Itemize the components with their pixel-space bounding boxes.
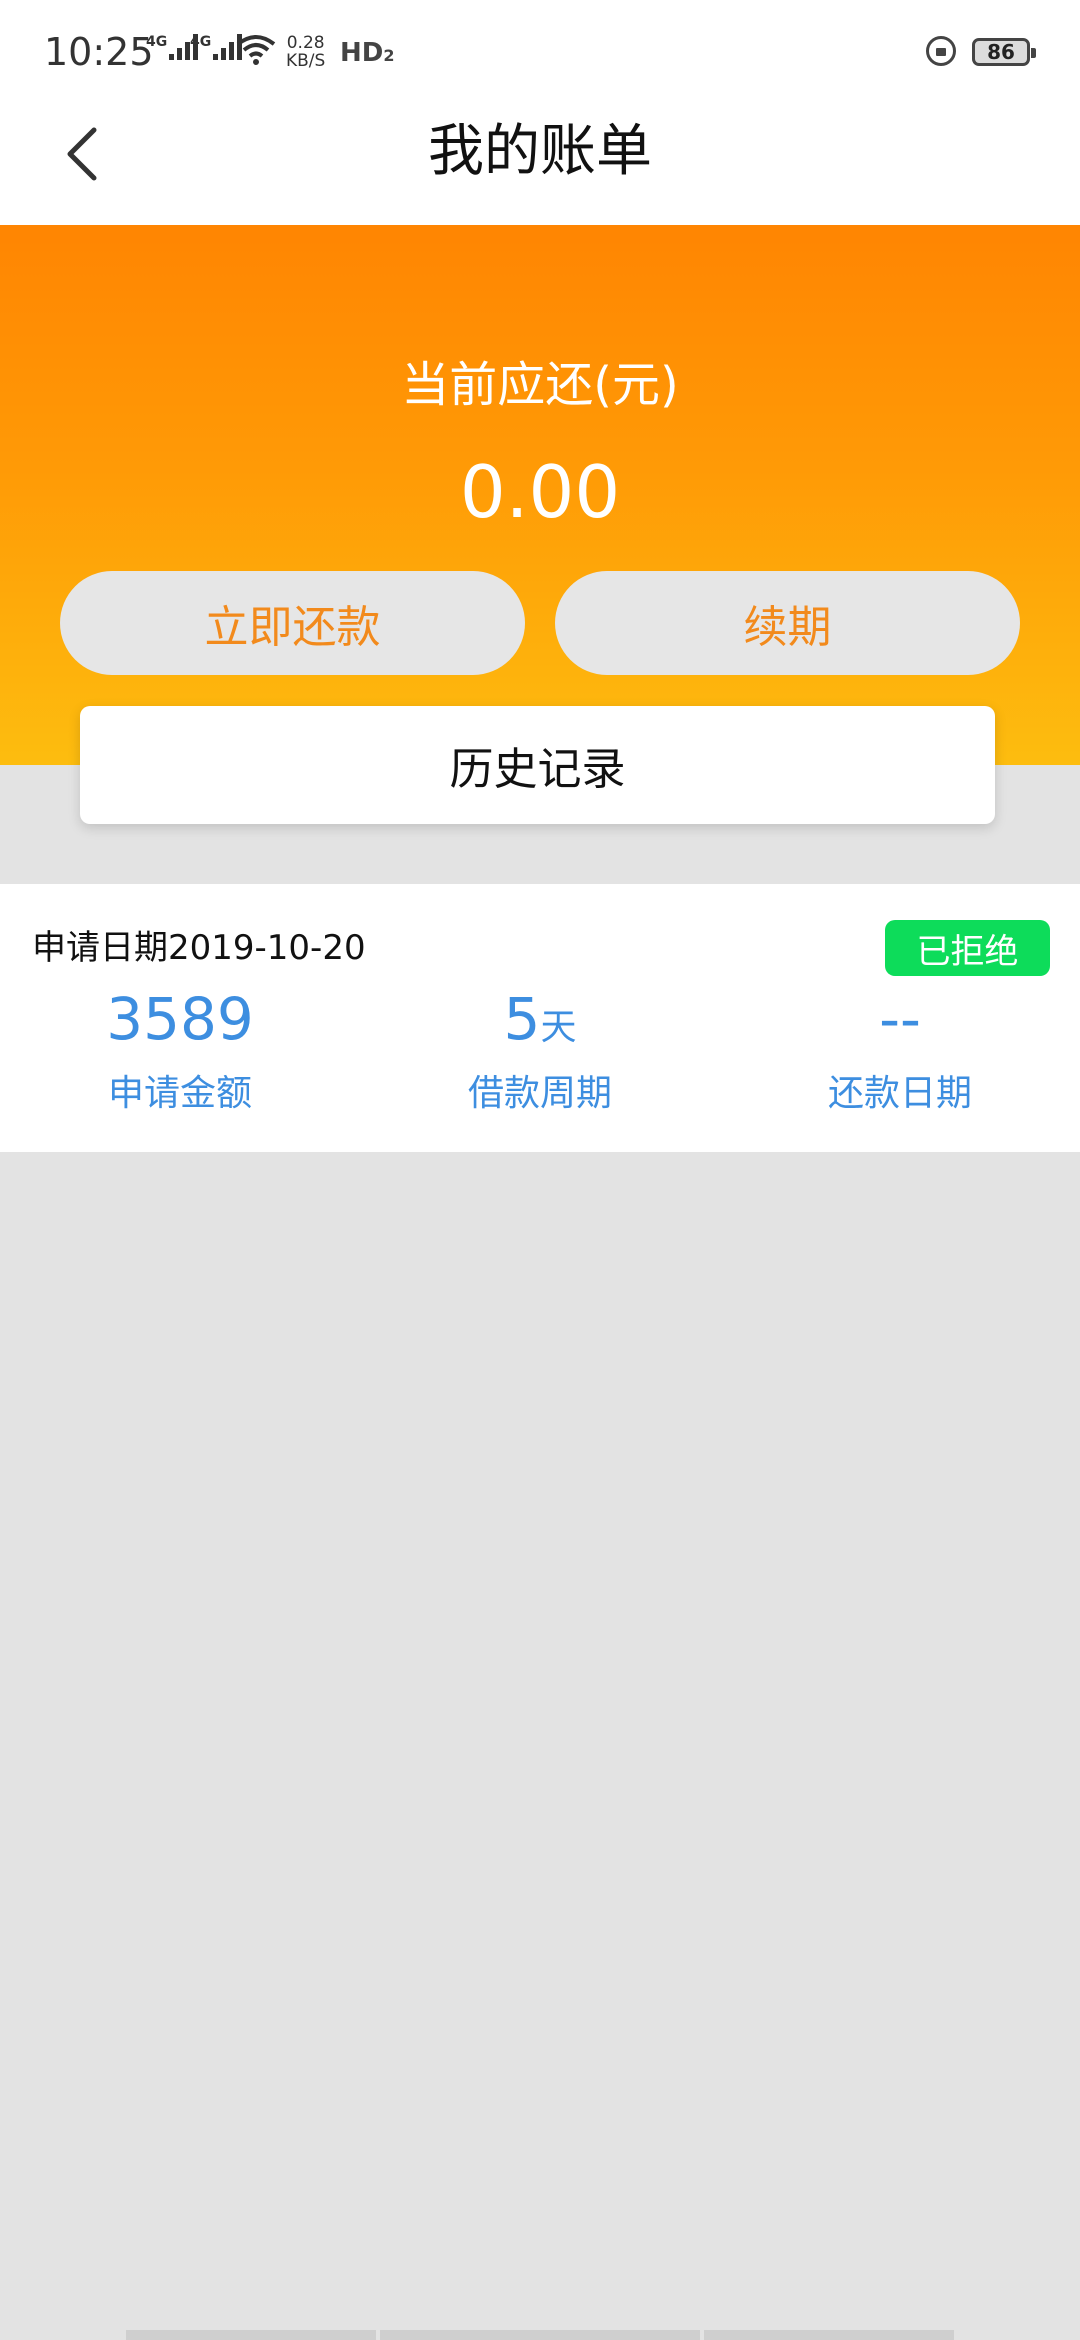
hd-sub: 2 bbox=[383, 46, 395, 65]
speed-unit: KB/S bbox=[286, 51, 326, 71]
nav-bar: 我的账单 bbox=[0, 100, 1080, 225]
rotation-lock-icon bbox=[926, 36, 956, 66]
repay-date-value: -- bbox=[879, 985, 921, 1053]
nav-gesture-bar bbox=[704, 2330, 954, 2340]
repay-date-column: -- 还款日期 bbox=[720, 984, 1080, 1116]
network-speed: 0.28 KB/S bbox=[286, 34, 325, 70]
loan-amount-label: 申请金额 bbox=[107, 1073, 252, 1114]
status-badge: 已拒绝 bbox=[885, 920, 1050, 976]
page-title: 我的账单 bbox=[428, 119, 652, 184]
history-button[interactable]: 历史记录 bbox=[80, 706, 995, 824]
application-date-label: 申请日期 bbox=[32, 928, 168, 968]
repayment-summary: 当前应还(元) 0.00 立即还款 续期 bbox=[0, 225, 1080, 765]
application-date: 申请日期2019-10-20 bbox=[32, 920, 366, 969]
loan-amount-column: 3589 申请金额 bbox=[0, 984, 360, 1116]
network-type-label: 4G bbox=[190, 34, 212, 50]
loan-period-label: 借款周期 bbox=[467, 1073, 612, 1114]
loan-amount-value: 3589 bbox=[106, 985, 254, 1053]
speed-value: 0.28 bbox=[286, 33, 325, 53]
renew-button[interactable]: 续期 bbox=[555, 571, 1020, 675]
hd-voice-icon: HD2 bbox=[340, 38, 394, 68]
battery-icon: 86 bbox=[972, 38, 1036, 66]
status-bar: 10:25 4G 4G 0.28 KB/S HD2 86 bbox=[0, 0, 1080, 100]
loan-period-value: 5 bbox=[503, 985, 541, 1053]
status-time: 10:25 bbox=[44, 30, 154, 74]
repay-date-label: 还款日期 bbox=[827, 1073, 972, 1114]
amount-due-label: 当前应还(元) bbox=[401, 357, 679, 413]
repay-now-button[interactable]: 立即还款 bbox=[60, 571, 525, 675]
loan-period-unit: 天 bbox=[540, 1007, 577, 1048]
bill-card[interactable]: 申请日期2019-10-20 已拒绝 3589 申请金额 5天 借款周期 -- … bbox=[0, 884, 1080, 1152]
network-type-label: 4G bbox=[146, 34, 168, 50]
loan-period-column: 5天 借款周期 bbox=[360, 984, 720, 1116]
nav-gesture-bar bbox=[380, 2330, 700, 2340]
wifi-icon bbox=[236, 35, 276, 65]
nav-gesture-bar bbox=[126, 2330, 376, 2340]
amount-due-value: 0.00 bbox=[459, 450, 621, 534]
application-date-value: 2019-10-20 bbox=[168, 928, 366, 968]
hd-label: HD bbox=[340, 38, 384, 68]
